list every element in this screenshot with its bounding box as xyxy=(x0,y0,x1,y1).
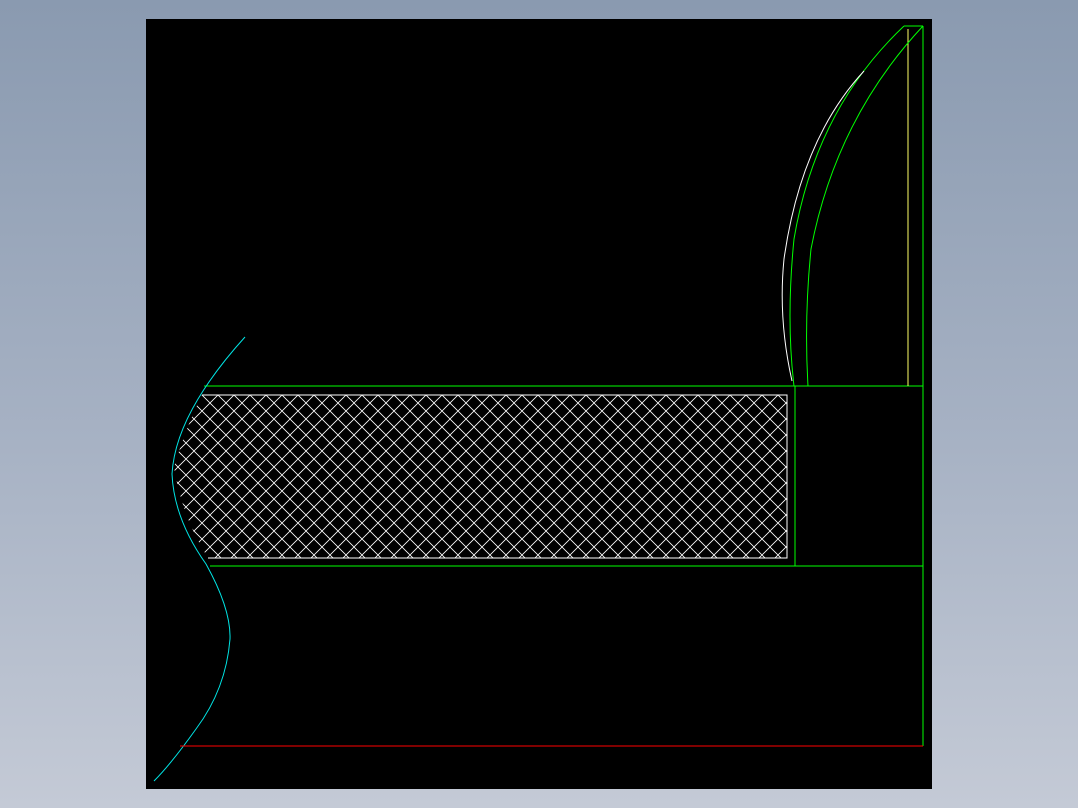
cad-window: { "colors": { "background_gradient_top":… xyxy=(0,0,1078,808)
flange-outer-curve xyxy=(789,25,905,387)
drawing-viewport[interactable] xyxy=(146,19,932,789)
hatched-section xyxy=(174,395,787,558)
flange-inner-curve xyxy=(806,25,924,387)
flange-surface-curve xyxy=(781,70,865,382)
section-drawing xyxy=(153,25,924,782)
